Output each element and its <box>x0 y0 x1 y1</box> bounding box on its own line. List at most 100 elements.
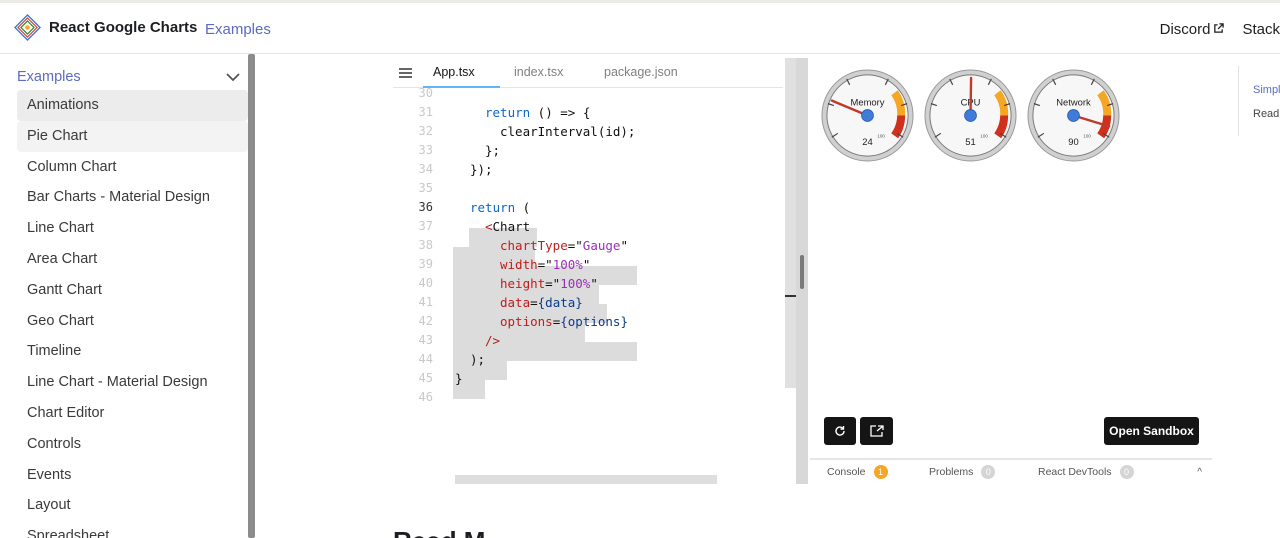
console-tab-label: React DevTools <box>1038 466 1112 478</box>
gauge-max-tick: 100 <box>980 133 988 138</box>
console-tab-console[interactable]: Console 1 <box>827 465 888 479</box>
gauge-label: Memory <box>851 97 885 108</box>
code-attr: chartType <box>500 238 568 253</box>
console-bar: Console 1 Problems 0 React DevTools 0 ^ <box>810 458 1212 484</box>
tab-app-tsx[interactable]: App.tsx <box>433 65 475 79</box>
line-number: 35 <box>418 181 433 195</box>
code-expression: data <box>545 295 576 310</box>
section-heading: Read M <box>393 526 485 538</box>
editor-horizontal-scrollbar[interactable] <box>455 475 717 484</box>
code-attr: height <box>500 276 546 291</box>
external-link-icon <box>1214 23 1225 33</box>
editor-tabs: App.tsx index.tsx package.json <box>393 58 783 88</box>
code-string: 100% <box>560 276 591 291</box>
gauge-value: 90 <box>1068 136 1078 147</box>
code-string: 100% <box>552 257 583 272</box>
sidebar-item-gantt-chart[interactable]: Gantt Chart <box>17 275 248 306</box>
toc-item-simple[interactable]: Simpl <box>1253 84 1280 96</box>
chevron-down-icon[interactable] <box>225 72 241 82</box>
code-keyword: return <box>485 105 531 120</box>
code-keyword: return <box>470 200 516 215</box>
sidebar-item-column-chart[interactable]: Column Chart <box>17 152 248 183</box>
code-text: }); <box>470 162 493 177</box>
sidebar-item-bar-charts-material[interactable]: Bar Charts - Material Design <box>17 182 248 213</box>
line-number: 41 <box>418 295 433 309</box>
gauge-cpu: CPU 51 100 <box>924 69 1017 162</box>
gauge-network: Network 90 100 <box>1027 69 1120 162</box>
sidebar-category-label: Examples <box>17 69 81 85</box>
gauge-label: Network <box>1056 97 1091 108</box>
console-tab-problems[interactable]: Problems 0 <box>929 465 996 479</box>
code-tag-close: /> <box>485 333 501 348</box>
console-badge: 0 <box>981 465 996 479</box>
gauge-value: 24 <box>862 136 872 147</box>
gauge-memory: Memory 24 100 <box>821 69 914 162</box>
code-text: () => { <box>530 105 591 120</box>
open-new-window-button[interactable] <box>860 417 893 445</box>
preview-pane: Memory 24 100 CPU 51 100 Network 90 100 <box>810 58 1212 484</box>
open-sandbox-button[interactable]: Open Sandbox <box>1104 417 1199 445</box>
line-number: 31 <box>418 105 433 119</box>
line-number: 39 <box>418 257 433 271</box>
code-attr: width <box>500 257 538 272</box>
code-expression: options <box>567 314 621 329</box>
sidebar-item-pie-chart[interactable]: Pie Chart <box>17 120 248 152</box>
sidebar-item-controls[interactable]: Controls <box>17 429 248 460</box>
line-number: 32 <box>418 124 433 138</box>
nav-stack-link[interactable]: Stack <box>1242 21 1280 38</box>
nav-discord-link[interactable]: Discord <box>1160 21 1225 38</box>
react-google-charts-logo-icon <box>14 14 41 41</box>
console-tab-react-devtools[interactable]: React DevTools 0 <box>1038 465 1134 479</box>
line-number-current: 36 <box>418 200 433 214</box>
code-tag-name: Chart <box>492 219 531 234</box>
sidebar-item-events[interactable]: Events <box>17 460 248 491</box>
code-text: } <box>455 371 463 386</box>
brand-title: React Google Charts <box>49 19 198 36</box>
console-tab-label: Console <box>827 466 866 478</box>
line-number: 37 <box>418 219 433 233</box>
code-text: }; <box>485 143 501 158</box>
external-window-icon <box>869 425 884 437</box>
console-tab-label: Problems <box>929 466 974 478</box>
divider-dash <box>785 295 796 297</box>
table-of-contents: Simpl Read <box>1238 66 1280 136</box>
console-badge: 1 <box>873 465 888 479</box>
refresh-icon <box>835 426 845 436</box>
refresh-button[interactable] <box>824 417 856 445</box>
tab-package-json[interactable]: package.json <box>604 65 678 79</box>
brand[interactable]: React Google Charts <box>14 14 197 41</box>
tab-index-tsx[interactable]: index.tsx <box>514 65 563 79</box>
line-number: 34 <box>418 162 433 176</box>
line-number: 44 <box>418 352 433 366</box>
sidebar-item-spreadsheet[interactable]: Spreadsheet <box>17 521 248 538</box>
gauge-max-tick: 100 <box>1083 133 1091 138</box>
line-number: 43 <box>418 333 433 347</box>
code-text: clearInterval(id); <box>500 124 636 139</box>
sidebar-category-examples[interactable]: Examples <box>17 66 241 88</box>
line-number: 46 <box>418 390 433 404</box>
sidebar-scrollbar[interactable] <box>248 54 255 538</box>
line-number: 30 <box>418 86 433 100</box>
pane-resize-handle[interactable] <box>800 255 804 289</box>
code-text: ( <box>515 200 531 215</box>
code-text: ); <box>470 352 486 367</box>
line-number: 33 <box>418 143 433 157</box>
sidebar-item-chart-editor[interactable]: Chart Editor <box>17 398 248 429</box>
code-area[interactable]: 30 31 return () => { 32 clearInterval(id);… <box>393 86 783 478</box>
sidebar-item-line-chart-material[interactable]: Line Chart - Material Design <box>17 367 248 398</box>
sidebar-item-timeline[interactable]: Timeline <box>17 336 248 367</box>
console-badge: 0 <box>1119 465 1134 479</box>
menu-icon[interactable] <box>399 68 412 78</box>
sidebar-item-geo-chart[interactable]: Geo Chart <box>17 306 248 337</box>
sidebar-item-layout[interactable]: Layout <box>17 490 248 521</box>
sidebar: Examples Animations Pie Chart Column Cha… <box>0 54 250 538</box>
sidebar-item-animations[interactable]: Animations <box>17 90 248 121</box>
sidebar-item-area-chart[interactable]: Area Chart <box>17 244 248 275</box>
code-editor: App.tsx index.tsx package.json 30 31 retu… <box>393 58 797 484</box>
line-number: 42 <box>418 314 433 328</box>
toc-item-read[interactable]: Read <box>1253 108 1279 120</box>
sidebar-item-line-chart[interactable]: Line Chart <box>17 213 248 244</box>
chevron-up-icon[interactable]: ^ <box>1197 467 1202 478</box>
code-attr: options <box>500 314 553 329</box>
nav-examples-link[interactable]: Examples <box>205 21 271 38</box>
